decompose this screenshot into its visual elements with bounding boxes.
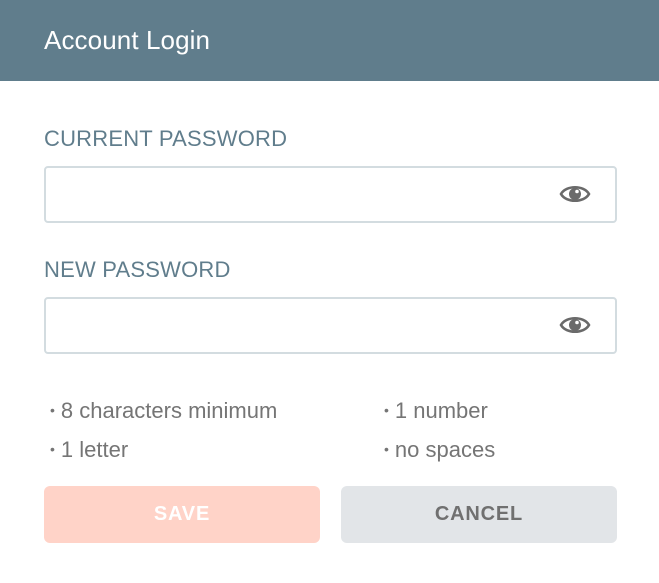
requirement-no-spaces: • no spaces	[384, 437, 496, 462]
eye-icon-graphic	[559, 316, 591, 334]
eye-icon[interactable]	[559, 311, 591, 339]
login-dialog: Account Login CURRENT PASSWORD NEW PASSW…	[0, 0, 659, 583]
dialog-title: Account Login	[44, 25, 211, 55]
bullet-icon: •	[384, 402, 389, 419]
dialog-header: Account Login	[0, 0, 659, 81]
eye-icon[interactable]	[559, 180, 591, 208]
current-password-input[interactable]	[46, 168, 546, 221]
eye-icon-graphic	[559, 185, 591, 203]
bullet-icon: •	[50, 402, 55, 419]
requirement-min-length: • 8 characters minimum	[50, 398, 278, 423]
new-password-box	[44, 297, 617, 354]
new-password-label: NEW PASSWORD	[44, 257, 231, 282]
current-password-label: CURRENT PASSWORD	[44, 126, 288, 151]
cancel-button[interactable]: CANCEL	[341, 486, 617, 543]
requirement-number: • 1 number	[384, 398, 488, 423]
current-password-box	[44, 166, 617, 223]
requirement-letter: • 1 letter	[50, 437, 129, 462]
bullet-icon: •	[50, 441, 55, 458]
save-button[interactable]: SAVE	[44, 486, 320, 543]
new-password-input[interactable]	[46, 299, 546, 352]
bullet-icon: •	[384, 441, 389, 458]
